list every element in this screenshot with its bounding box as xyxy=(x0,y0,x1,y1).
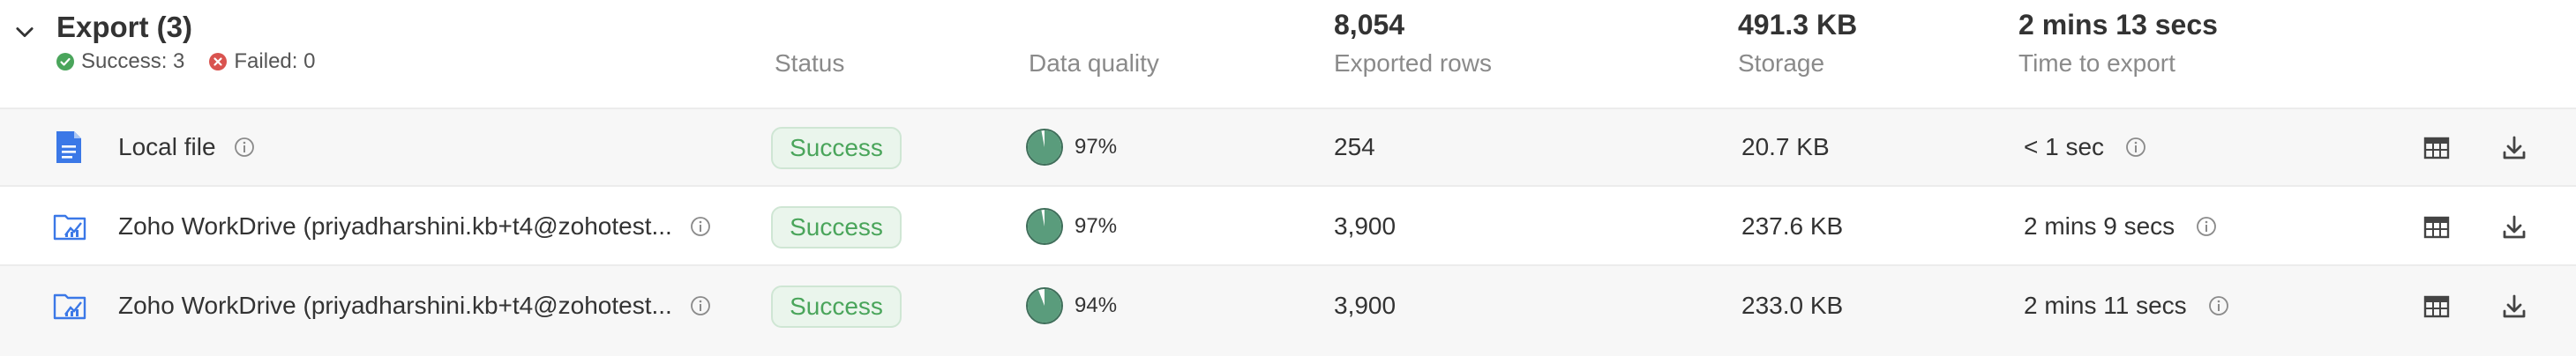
status-badge: Success xyxy=(771,286,902,328)
total-exported-rows: 8,054 xyxy=(1334,9,1405,41)
total-time-to-export: 2 mins 13 secs xyxy=(2018,9,2218,41)
success-check-icon xyxy=(56,53,74,70)
download-icon[interactable] xyxy=(2500,213,2528,241)
storage-value: 233.0 KB xyxy=(1741,292,1844,319)
column-header-status: Status xyxy=(775,49,845,77)
storage-value: 237.6 KB xyxy=(1741,212,1844,240)
data-quality-percent: 94% xyxy=(1075,293,1118,317)
info-icon[interactable] xyxy=(2125,137,2146,158)
column-header-exported-rows: Exported rows xyxy=(1334,49,1492,77)
info-icon[interactable] xyxy=(690,216,711,237)
workdrive-folder-icon xyxy=(53,293,86,320)
view-table-icon[interactable] xyxy=(2422,293,2451,321)
failed-count: Failed: 0 xyxy=(234,49,316,73)
export-destination-name: Zoho WorkDrive (priyadharshini.kb+t4@zoh… xyxy=(118,292,672,319)
table-row[interactable]: Zoho WorkDrive (priyadharshini.kb+t4@zoh… xyxy=(0,187,2576,266)
data-quality-percent: 97% xyxy=(1075,135,1118,159)
exported-rows-value: 254 xyxy=(1334,133,1375,160)
table-row[interactable]: Local file Success 97% 254 20.7 KB < 1 s… xyxy=(0,108,2576,187)
export-destination-name: Zoho WorkDrive (priyadharshini.kb+t4@zoh… xyxy=(118,212,672,240)
table-row[interactable]: Zoho WorkDrive (priyadharshini.kb+t4@zoh… xyxy=(0,266,2576,345)
success-count: Success: 3 xyxy=(81,49,185,73)
view-table-icon[interactable] xyxy=(2422,213,2451,241)
data-quality-pie-icon xyxy=(1026,129,1063,166)
total-storage: 491.3 KB xyxy=(1738,9,1858,41)
storage-value: 20.7 KB xyxy=(1741,133,1830,160)
table-footer-band xyxy=(0,345,2576,356)
view-table-icon[interactable] xyxy=(2422,134,2451,162)
download-icon[interactable] xyxy=(2500,134,2528,162)
column-header-data-quality: Data quality xyxy=(1029,49,1159,77)
chevron-down-icon[interactable] xyxy=(12,19,37,44)
download-icon[interactable] xyxy=(2500,293,2528,321)
data-quality-percent: 97% xyxy=(1075,214,1118,238)
workdrive-folder-icon xyxy=(53,214,86,241)
info-icon[interactable] xyxy=(234,137,255,158)
failed-x-icon xyxy=(209,53,228,70)
data-quality-pie-icon xyxy=(1026,287,1063,324)
export-header: Export (3) Success: 3 Failed: 0 Status D… xyxy=(0,0,2576,108)
file-doc-icon xyxy=(56,131,81,163)
status-badge: Success xyxy=(771,127,902,169)
time-to-export-value: 2 mins 11 secs xyxy=(2024,292,2187,319)
column-header-storage: Storage xyxy=(1738,49,1825,77)
exported-rows-value: 3,900 xyxy=(1334,212,1397,240)
time-to-export-value: 2 mins 9 secs xyxy=(2024,212,2175,240)
exported-rows-value: 3,900 xyxy=(1334,292,1397,319)
info-icon[interactable] xyxy=(2208,295,2229,316)
info-icon[interactable] xyxy=(2196,216,2217,237)
time-to-export-value: < 1 sec xyxy=(2024,133,2105,160)
data-quality-pie-icon xyxy=(1026,208,1063,245)
column-header-time-to-export: Time to export xyxy=(2018,49,2175,77)
export-summary: Success: 3 Failed: 0 xyxy=(56,49,315,74)
section-title: Export (3) xyxy=(56,11,193,43)
export-destination-name: Local file xyxy=(118,133,216,160)
info-icon[interactable] xyxy=(690,295,711,316)
status-badge: Success xyxy=(771,206,902,248)
